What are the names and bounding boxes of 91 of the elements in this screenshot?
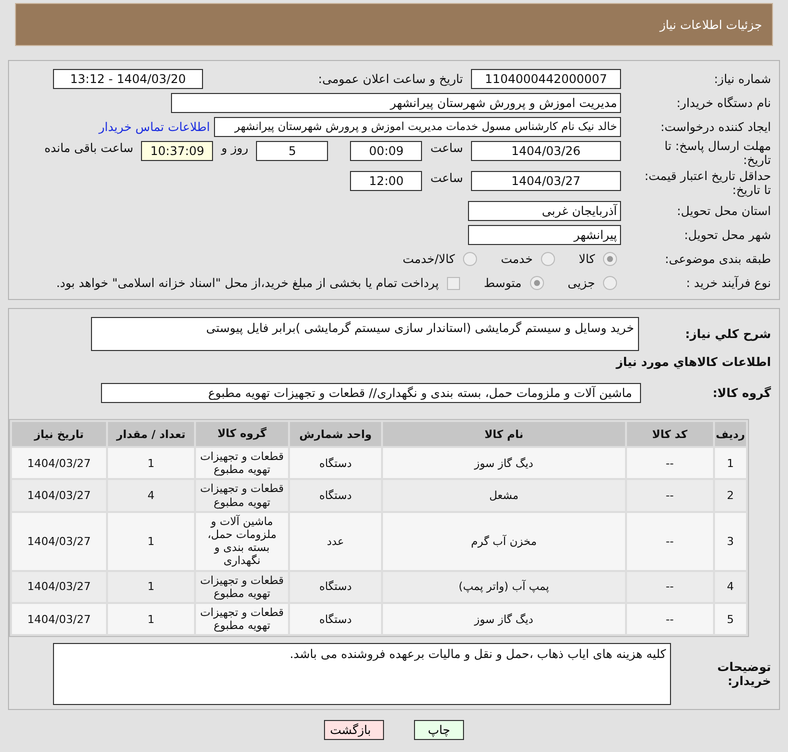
table-cell: ماشین آلات و ملزومات حمل، بسته بندی و نگهداری bbox=[196, 512, 288, 570]
table-cell: 3 bbox=[714, 512, 746, 570]
time-field: 12:00 bbox=[350, 171, 422, 191]
table-cell: 1404/03/27 bbox=[12, 512, 106, 570]
remaining-time-field: 10:37:09 bbox=[141, 141, 214, 161]
table-cell: مخزن آب گرم bbox=[383, 512, 625, 570]
field-label: نام دستگاه خریدار: bbox=[676, 96, 771, 110]
field-label: ایجاد کننده درخواست: bbox=[659, 120, 771, 134]
table-cell: 1404/03/27 bbox=[12, 480, 106, 511]
field-label: شماره نیاز: bbox=[713, 72, 771, 86]
table-cell: دستگاه bbox=[290, 604, 381, 634]
checkbox[interactable] bbox=[446, 276, 460, 290]
table-cell: قطعات و تجهیزات تهویه مطبوع bbox=[196, 572, 288, 602]
field-label: استان محل تحویل: bbox=[676, 204, 771, 218]
table-cell: 4 bbox=[108, 480, 194, 511]
field-label: گروه کالا: bbox=[712, 386, 771, 400]
field-label: نوع فرآیند خرید : bbox=[685, 276, 771, 290]
table-cell: 1404/03/27 bbox=[12, 604, 106, 634]
table-cell: دستگاه bbox=[290, 480, 381, 511]
table-cell: دیگ گاز سوز bbox=[383, 448, 625, 478]
table-cell: عدد bbox=[290, 512, 381, 570]
field-label: تاریخ و ساعت اعلان عمومی: bbox=[317, 72, 464, 86]
table-cell: -- bbox=[626, 448, 713, 478]
table-cell: 2 bbox=[714, 480, 746, 511]
table-cell: قطعات و تجهیزات تهویه مطبوع bbox=[196, 448, 288, 478]
date-field: 1404/03/26 bbox=[471, 141, 621, 161]
table-cell: قطعات و تجهیزات تهویه مطبوع bbox=[196, 480, 288, 511]
table-cell: 4 bbox=[714, 572, 746, 602]
table-cell: پمپ آب (واتر پمپ) bbox=[383, 572, 625, 602]
goods-group-field: ماشین آلات و ملزومات حمل، بسته بندی و نگهداری// قطعات و تجهیزات تهویه مطبوع bbox=[101, 383, 641, 403]
column-header: ردیف bbox=[714, 422, 746, 446]
date-field: 1404/03/27 bbox=[471, 171, 621, 191]
option-label: کالا/خدمت bbox=[402, 252, 455, 266]
city-field: پیرانشهر bbox=[468, 225, 621, 245]
field-label: طبقه بندی موضوعی: bbox=[664, 252, 771, 266]
radio-button[interactable] bbox=[603, 276, 617, 290]
buyer-field: مدیریت اموزش و پرورش شهرستان پیرانشهر bbox=[171, 93, 621, 113]
days-field: 5 bbox=[256, 141, 328, 161]
table-cell: 1404/03/27 bbox=[12, 572, 106, 602]
buyer-notes-field: کلیه هزینه های ایاب ذهاب ،حمل و نقل و مالیات برعهده فروشنده می باشد. bbox=[53, 643, 671, 706]
table-cell: قطعات و تجهیزات تهویه مطبوع bbox=[196, 604, 288, 634]
radio-button[interactable] bbox=[530, 276, 544, 290]
table-cell: 1 bbox=[108, 572, 194, 602]
field-label: حداقل تاریخ اعتبار قیمت: تا تاریخ: bbox=[643, 169, 771, 197]
field-label: ساعت bbox=[429, 141, 464, 155]
field-label: روز و bbox=[220, 141, 250, 155]
table-cell: 1 bbox=[714, 448, 746, 478]
contact-link[interactable]: اطلاعات تماس خریدار bbox=[98, 120, 210, 134]
column-header: تاریخ نیاز bbox=[12, 422, 106, 446]
option-label: کالا bbox=[578, 252, 595, 266]
section-title: اطلاعات کالاهاي مورد نياز bbox=[614, 355, 771, 369]
field-label: ساعت bbox=[429, 171, 464, 185]
province-field: آذربایجان غربی bbox=[468, 201, 621, 221]
column-header: کد کالا bbox=[626, 422, 713, 446]
field-label: شرح کلي نياز: bbox=[684, 327, 771, 341]
description-field: خرید وسایل و سیستم گرمایشی (استاندار سازی سیستم گرمایشی )برابر فایل پیوستی bbox=[91, 317, 639, 351]
column-header: نام کالا bbox=[383, 422, 625, 446]
table-cell: -- bbox=[626, 604, 713, 634]
table-cell: 1 bbox=[108, 604, 194, 634]
page-title: جزئیات اطلاعات نیاز bbox=[660, 18, 762, 32]
checkbox-label: پرداخت تمام یا بخشی از مبلغ خرید،از محل "اسناد خزانه اسلامی" خواهد بود. bbox=[56, 276, 439, 290]
announce-date-field: 1404/03/20 - 13:12 bbox=[53, 69, 203, 89]
option-label: خدمت bbox=[500, 252, 533, 266]
table-cell: -- bbox=[626, 480, 713, 511]
table-cell: 5 bbox=[714, 604, 746, 634]
field-label: ساعت باقی مانده bbox=[43, 141, 134, 155]
field-label: توضیحات خریدار: bbox=[716, 660, 771, 688]
column-header: واحد شمارش bbox=[290, 422, 381, 446]
table-cell: مشعل bbox=[383, 480, 625, 511]
table-cell: 1 bbox=[108, 512, 194, 570]
option-label: متوسط bbox=[484, 276, 522, 290]
requester-field: خالد نیک نام کارشناس مسول خدمات مدیریت اموزش و پرورش شهرستان پیرانشهر bbox=[214, 117, 621, 137]
field-label: مهلت ارسال پاسخ: تا تاریخ: bbox=[663, 139, 771, 167]
radio-button[interactable] bbox=[540, 252, 555, 266]
table-cell: -- bbox=[626, 512, 713, 570]
back-button[interactable]: بازگشت bbox=[324, 720, 384, 740]
table-cell: دیگ گاز سوز bbox=[383, 604, 625, 634]
radio-button[interactable] bbox=[603, 252, 617, 266]
table-cell: -- bbox=[626, 572, 713, 602]
field-label: شهر محل تحویل: bbox=[683, 228, 771, 242]
column-header: گروه کالا bbox=[196, 422, 288, 446]
table-cell: 1404/03/27 bbox=[12, 448, 106, 478]
time-field: 00:09 bbox=[350, 141, 422, 161]
need-number-field: 1104000442000007 bbox=[471, 69, 621, 89]
radio-button[interactable] bbox=[462, 252, 477, 266]
print-button[interactable]: چاپ bbox=[414, 720, 464, 740]
table-cell: 1 bbox=[108, 448, 194, 478]
option-label: جزیی bbox=[568, 276, 595, 290]
table-cell: دستگاه bbox=[290, 448, 381, 478]
table-cell: دستگاه bbox=[290, 572, 381, 602]
column-header: تعداد / مقدار bbox=[108, 422, 194, 446]
